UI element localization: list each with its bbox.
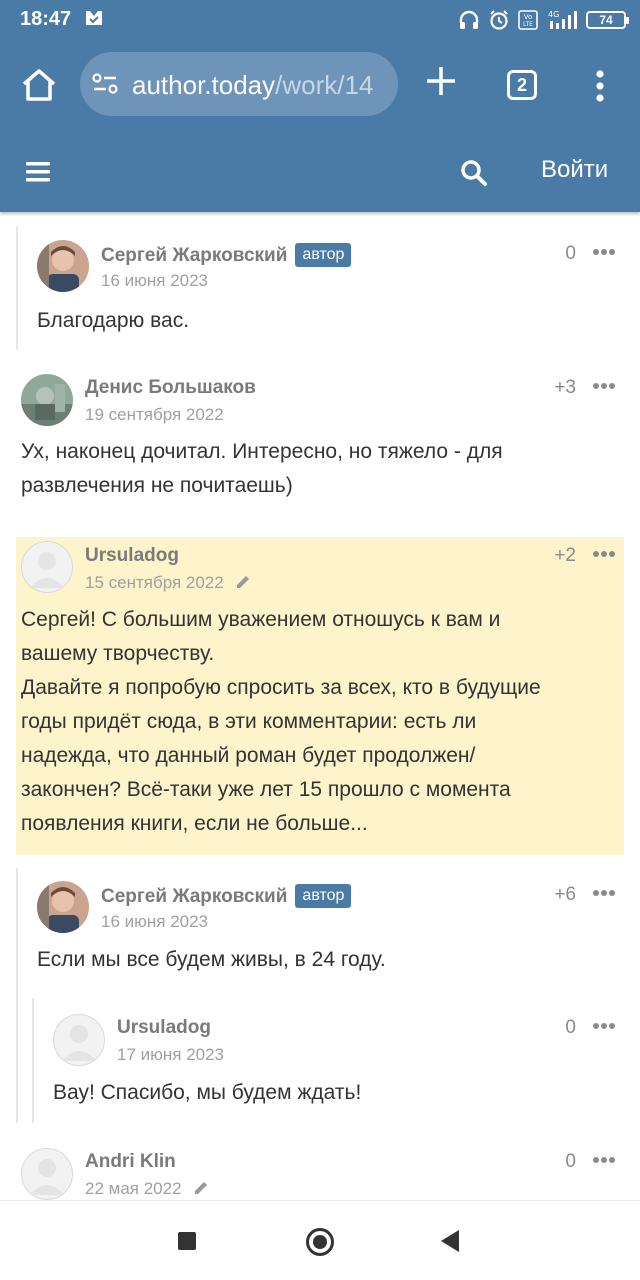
comment-score: +6 [554,884,576,905]
system-nav-bar [0,1200,640,1280]
default-avatar[interactable] [21,1148,73,1200]
comment: Сергей Жарковский автор 16 июня 2023 0 Бл… [0,212,640,352]
date-text: 15 сентября 2022 [85,573,224,592]
comment: Ursuladog 17 июня 2023 0 Вау! Спасибо, м… [0,1002,640,1132]
text-line: вашему творчеству. [21,642,215,665]
more-options-icon[interactable] [592,550,616,558]
comment-author[interactable]: Денис Большаков [85,377,256,399]
volte-icon: Vo LTE [518,10,538,30]
user-silhouette-icon [30,552,64,588]
text-line: Давайте я попробую спросить за всех, кто… [21,676,541,699]
comment-score: +3 [554,377,576,398]
text-line: развлечения не почитаешь) [21,474,293,497]
comment-author[interactable]: Andri Klin [85,1151,176,1173]
comment-date: 16 июня 2023 [101,912,209,931]
author-badge: автор [295,884,352,908]
new-tab-icon[interactable] [424,64,458,98]
comment-date: 15 сентября 2022 [85,573,250,593]
comment-text: Сергей! С большим уважением отношусь к в… [21,603,621,841]
edited-pencil-icon [194,1182,207,1194]
comment-score: 0 [565,1151,576,1172]
url-path: /work/14 [275,70,374,100]
user-silhouette-icon [30,1159,64,1195]
url-text: author.today/work/14 [132,70,373,101]
more-options-icon[interactable] [592,382,616,390]
comment-text: Ух, наконец дочитал. Интересно, но тяжел… [21,435,621,503]
notification-icon [86,11,102,25]
comment-date: 16 июня 2023 [101,271,209,290]
avatar[interactable] [37,881,89,933]
login-button[interactable]: Войти [541,156,608,184]
alarm-icon [490,10,508,30]
comments-list: Сергей Жарковский автор 16 июня 2023 0 Бл… [0,212,640,1200]
avatar[interactable] [37,240,89,292]
home-nav-button[interactable] [306,1228,334,1256]
url-host: author.today [132,70,276,100]
svg-text:LTE: LTE [523,21,533,28]
address-bar[interactable]: author.today/work/14 [80,52,398,116]
more-vert-icon[interactable] [590,66,610,106]
comment-text: Благодарю вас. [37,309,190,332]
comment-date: 17 июня 2023 [117,1045,225,1064]
author-badge: автор [295,243,352,267]
comment-text: Вау! Спасибо, мы будем ждать! [53,1081,362,1104]
user-photo-avatar [21,374,73,426]
text-line: годы придёт сюда, в эти комментарии: ест… [21,710,477,733]
recents-button[interactable] [178,1232,196,1250]
author-name[interactable]: Сергей Жарковский [101,245,287,266]
text-line: надежда, что данный роман будет продолже… [21,744,476,767]
status-time: 18:47 [20,8,72,30]
status-bar: 18:47 Vo LTE 4G 74 [0,0,640,40]
avatar[interactable] [21,374,73,426]
comment-author[interactable]: Ursuladog [85,545,179,567]
browser-toolbar: author.today/work/14 2 [0,40,640,132]
more-options-icon[interactable] [592,1022,616,1030]
edited-pencil-icon [236,576,249,588]
search-icon[interactable] [460,159,488,187]
battery-indicator: 74 [586,11,629,29]
svg-text:4G: 4G [548,10,559,19]
comment-score: 0 [565,243,576,264]
comment-score: +2 [554,545,576,566]
comment-author[interactable]: Сергей Жарковский автор [101,243,352,267]
back-button[interactable] [441,1230,459,1252]
comment-author[interactable]: Ursuladog [117,1017,211,1039]
author-name[interactable]: Сергей Жарковский [101,886,287,907]
svg-text:Vo: Vo [524,13,533,21]
comment-date: 19 сентября 2022 [85,405,224,424]
comment: Денис Большаков 19 сентября 2022 +3 Ух, … [0,352,640,532]
user-silhouette-icon [62,1025,96,1061]
hamburger-menu-icon[interactable] [26,161,50,183]
tab-switcher-button[interactable]: 2 [507,70,537,100]
more-options-icon[interactable] [592,889,616,897]
text-line: Ух, наконец дочитал. Интересно, но тяжел… [21,440,503,463]
comment: Ursuladog 15 сентября 2022 +2 Сергей! С … [0,537,640,855]
text-line: Сергей! С большим уважением отношусь к в… [21,608,501,631]
comment-author[interactable]: Сергей Жарковский автор [101,884,352,908]
author-photo-avatar [37,240,89,292]
site-settings-icon[interactable] [92,73,118,95]
comment-score: 0 [565,1017,576,1038]
comment-text: Если мы все будем живы, в 24 году. [37,948,386,971]
date-text: 22 мая 2022 [85,1179,182,1198]
default-avatar[interactable] [53,1014,105,1066]
author-photo-avatar [37,881,89,933]
comment: Сергей Жарковский автор 16 июня 2023 +6 Е… [0,855,640,995]
comment: Andri Klin 22 мая 2022 0 [0,1137,640,1200]
home-icon[interactable] [20,66,58,104]
headphones-icon [459,10,479,29]
comment-date: 22 мая 2022 [85,1179,208,1199]
more-options-icon[interactable] [592,248,616,256]
text-line: появления книги, если не больше... [21,812,368,835]
default-avatar[interactable] [21,541,73,593]
text-line: закончен? Всё-таки уже лет 15 прошло с м… [21,778,511,801]
signal-icon: 4G [548,10,577,29]
status-icons: Vo LTE 4G 74 [458,8,629,32]
site-header: Войти [0,132,640,212]
more-options-icon[interactable] [592,1156,616,1164]
